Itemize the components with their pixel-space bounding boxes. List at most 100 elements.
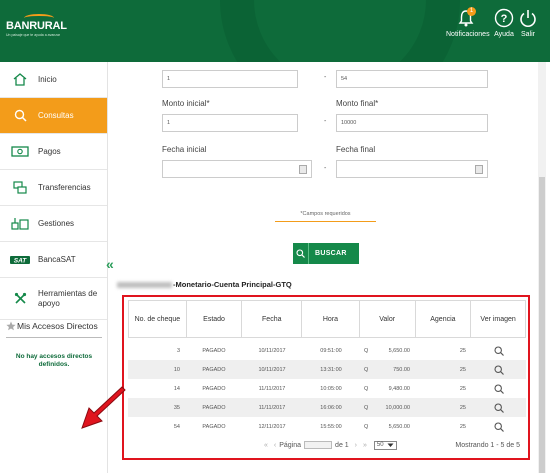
- column-header[interactable]: Hora: [302, 301, 360, 337]
- column-header[interactable]: Estado: [187, 301, 243, 337]
- svg-text:?: ?: [501, 13, 508, 25]
- column-header[interactable]: Fecha: [242, 301, 303, 337]
- monto-final-input[interactable]: 10000: [336, 114, 488, 132]
- time-cell: 13:31:00: [302, 360, 360, 379]
- sidebar-item-bancasat[interactable]: SAT BancaSAT: [0, 242, 107, 278]
- search-icon: [293, 243, 309, 264]
- cash-icon: [10, 145, 30, 159]
- date-cell-text: 10/11/2017: [258, 366, 286, 373]
- page-scrollbar[interactable]: [538, 62, 546, 473]
- sidebar-item-consultas[interactable]: Consultas: [0, 98, 107, 134]
- first-page-button[interactable]: «: [264, 442, 268, 449]
- time-cell: 09:51:00: [302, 341, 360, 360]
- monto-final-value: 10000: [341, 120, 357, 126]
- showing-count: Mostrando 1 - 5 de 5: [455, 441, 520, 449]
- range-separator: -: [324, 165, 327, 172]
- time-cell-text: 09:51:00: [320, 347, 342, 354]
- agency-cell: 25: [416, 360, 472, 379]
- column-header[interactable]: No. de cheque: [129, 301, 187, 337]
- agency-cell-text: 25: [459, 423, 466, 430]
- view-image-cell[interactable]: [472, 417, 526, 436]
- time-cell: 16:06:00: [302, 398, 360, 417]
- logo-tagline: Un paisaje que te ayuda a avanzar: [6, 33, 61, 37]
- magnifier-icon[interactable]: [494, 402, 504, 413]
- time-cell-text: 13:31:00: [320, 366, 342, 373]
- exit-button[interactable]: Salir: [518, 8, 538, 48]
- sidebar-item-pagos[interactable]: Pagos: [0, 134, 107, 170]
- sidebar-item-label: BancaSAT: [38, 254, 76, 264]
- table-row: 10 PAGADO 10/11/2017 13:31:00 Q 750.00 25: [128, 360, 526, 379]
- currency-symbol: Q: [364, 423, 369, 430]
- view-image-cell[interactable]: [472, 398, 526, 417]
- help-button[interactable]: ? Ayuda: [492, 8, 516, 48]
- status-cell: PAGADO: [186, 398, 242, 417]
- magnifier-icon[interactable]: [494, 421, 504, 432]
- date-cell: 12/11/2017: [242, 417, 302, 436]
- help-icon: ?: [494, 8, 514, 28]
- cheque-from-input[interactable]: 1: [162, 70, 298, 88]
- date-cell-text: 11/11/2017: [258, 385, 286, 392]
- sidebar-item-herramientas[interactable]: Herramientas de apoyo: [0, 278, 107, 320]
- view-image-cell[interactable]: [472, 379, 526, 398]
- column-header[interactable]: Agencia: [416, 301, 472, 337]
- cheque-number-cell: 10: [128, 360, 186, 379]
- prev-page-button[interactable]: ‹: [274, 442, 276, 449]
- magnifier-icon[interactable]: [494, 364, 504, 375]
- date-cell: 10/11/2017: [242, 360, 302, 379]
- status-cell-text: PAGADO: [202, 423, 226, 430]
- sidebar-item-inicio[interactable]: Inicio: [0, 62, 107, 98]
- calendar-icon[interactable]: [299, 165, 307, 174]
- next-page-button[interactable]: ›: [355, 442, 357, 449]
- scrollbar-thumb[interactable]: [539, 177, 545, 473]
- table-row: 3 PAGADO 10/11/2017 09:51:00 Q 5,650.00 25: [128, 341, 526, 360]
- account-title-text: -Monetario-Cuenta Principal-GTQ: [173, 280, 292, 289]
- agency-cell-text: 25: [459, 404, 466, 411]
- page-size-select[interactable]: 50: [373, 440, 397, 450]
- fecha-final-label: Fecha final: [336, 145, 376, 154]
- tools-icon: [10, 217, 30, 231]
- column-header[interactable]: Valor: [360, 301, 416, 337]
- sidebar-item-transferencias[interactable]: Transferencias: [0, 170, 107, 206]
- top-header: BANRURAL Un paisaje que te ayuda a avanz…: [0, 0, 550, 62]
- banrural-logo[interactable]: BANRURAL Un paisaje que te ayuda a avanz…: [6, 14, 76, 44]
- magnifier-icon[interactable]: [494, 345, 504, 356]
- accesos-divider: [6, 337, 102, 338]
- calendar-icon[interactable]: [475, 165, 483, 174]
- amount-cell: Q 9,480.00: [360, 379, 416, 398]
- magnifier-icon[interactable]: [494, 383, 504, 394]
- fecha-inicial-input[interactable]: [162, 160, 312, 178]
- search-button-label: BUSCAR: [315, 250, 347, 257]
- monto-inicial-input[interactable]: 1: [162, 114, 298, 132]
- column-header[interactable]: Ver imagen: [471, 301, 525, 337]
- status-cell: PAGADO: [186, 417, 242, 436]
- table-row: 54 PAGADO 12/11/2017 15:55:00 Q 5,650.00 25: [128, 417, 526, 436]
- time-cell-text: 16:06:00: [320, 404, 342, 411]
- cheque-to-value: 54: [341, 76, 348, 82]
- cheque-to-input[interactable]: 54: [336, 70, 488, 88]
- currency-symbol: Q: [364, 347, 369, 354]
- currency-symbol: Q: [364, 404, 369, 411]
- page-number-input[interactable]: [304, 441, 333, 449]
- search-button[interactable]: BUSCAR: [293, 243, 359, 264]
- date-cell: 11/11/2017: [242, 398, 302, 417]
- main-content: 1 - 54 Monto inicial* Monto final* 1 - 1…: [110, 62, 540, 473]
- cheque-number-cell-text: 14: [173, 385, 180, 392]
- last-page-button[interactable]: »: [363, 442, 367, 449]
- notifications-label: Notificaciones: [446, 31, 490, 38]
- chevron-down-icon: [387, 443, 394, 447]
- home-icon: [10, 73, 30, 87]
- view-image-cell[interactable]: [472, 360, 526, 379]
- view-image-cell[interactable]: [472, 341, 526, 360]
- date-cell-text: 10/11/2017: [258, 347, 286, 354]
- accesos-directos-header[interactable]: Mis Accesos Directos: [6, 321, 102, 338]
- transfer-icon: [10, 181, 30, 195]
- red-arrow-annotation: [81, 386, 126, 429]
- range-separator: -: [324, 74, 327, 81]
- table-pager: « ‹ Página de 1 › » 50 Mostrando 1 - 5 d…: [128, 438, 526, 452]
- agency-cell-text: 25: [459, 347, 466, 354]
- sidebar-item-gestiones[interactable]: Gestiones: [0, 206, 107, 242]
- amount-cell: Q 750.00: [360, 360, 416, 379]
- notifications-button[interactable]: 1 Notificaciones: [446, 7, 490, 48]
- fecha-final-input[interactable]: [336, 160, 488, 178]
- agency-cell: 25: [416, 417, 472, 436]
